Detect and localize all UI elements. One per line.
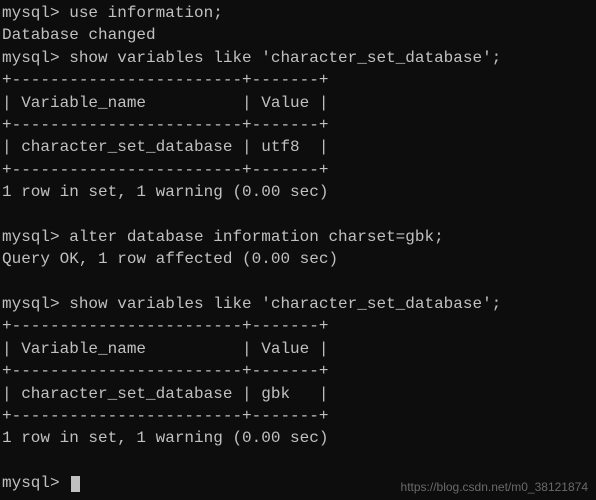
mysql-prompt: mysql> bbox=[2, 49, 60, 67]
command-show-vars-1: show variables like 'character_set_datab… bbox=[60, 49, 502, 67]
table-border: +------------------------+-------+ bbox=[2, 407, 328, 425]
table-border: +------------------------+-------+ bbox=[2, 116, 328, 134]
table-row: | character_set_database | utf8 | bbox=[2, 138, 328, 156]
query-ok-msg: Query OK, 1 row affected (0.00 sec) bbox=[2, 250, 338, 268]
table-border: +------------------------+-------+ bbox=[2, 71, 328, 89]
command-input[interactable] bbox=[60, 474, 70, 492]
table-header: | Variable_name | Value | bbox=[2, 94, 328, 112]
command-alter: alter database information charset=gbk; bbox=[60, 228, 444, 246]
table-border: +------------------------+-------+ bbox=[2, 161, 328, 179]
mysql-prompt: mysql> bbox=[2, 228, 60, 246]
mysql-prompt: mysql> bbox=[2, 4, 60, 22]
watermark-text: https://blog.csdn.net/m0_38121874 bbox=[401, 479, 588, 496]
mysql-prompt: mysql> bbox=[2, 295, 60, 313]
table-header: | Variable_name | Value | bbox=[2, 340, 328, 358]
result-summary: 1 row in set, 1 warning (0.00 sec) bbox=[2, 183, 328, 201]
terminal-output[interactable]: mysql> use information; Database changed… bbox=[2, 2, 594, 495]
table-border: +------------------------+-------+ bbox=[2, 362, 328, 380]
result-summary: 1 row in set, 1 warning (0.00 sec) bbox=[2, 429, 328, 447]
mysql-prompt: mysql> bbox=[2, 474, 60, 492]
command-show-vars-2: show variables like 'character_set_datab… bbox=[60, 295, 502, 313]
db-changed-msg: Database changed bbox=[2, 26, 156, 44]
table-border: +------------------------+-------+ bbox=[2, 317, 328, 335]
table-row: | character_set_database | gbk | bbox=[2, 385, 328, 403]
cursor-icon bbox=[71, 476, 80, 492]
command-use: use information; bbox=[60, 4, 223, 22]
